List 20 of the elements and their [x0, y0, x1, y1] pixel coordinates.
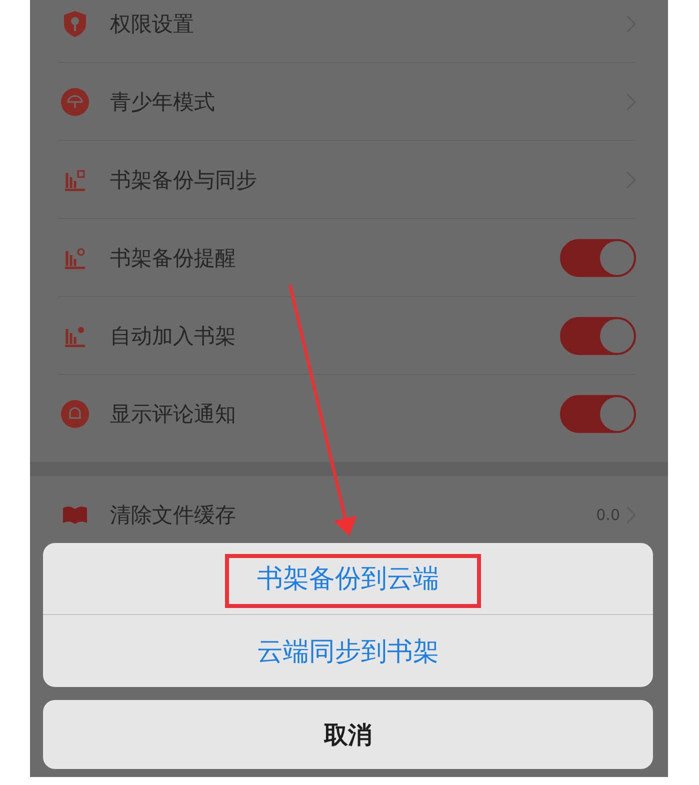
book-icon [62, 504, 88, 524]
bar-chart-icon [63, 168, 87, 190]
shield-icon [62, 10, 88, 38]
setting-label: 书架备份提醒 [110, 244, 237, 272]
sheet-option[interactable]: 云端同步到书架 [43, 614, 653, 687]
setting-label: 青少年模式 [110, 88, 216, 116]
setting-label: 自动加入书架 [110, 322, 237, 350]
toggle-switch[interactable] [560, 316, 636, 354]
toggle-switch[interactable] [560, 238, 636, 276]
sheet-option[interactable]: 书架备份到云端 [43, 543, 653, 614]
cancel-button[interactable]: 取消 [43, 700, 653, 769]
setting-label: 显示评论通知 [110, 400, 237, 428]
bar-chart-icon [63, 246, 87, 268]
bell-icon [61, 400, 89, 428]
setting-label: 书架备份与同步 [110, 166, 258, 194]
setting-label: 清除文件缓存 [110, 502, 237, 528]
toggle-switch[interactable] [560, 394, 636, 432]
bar-chart-icon [63, 324, 87, 346]
umbrella-icon [61, 88, 89, 116]
setting-label: 权限设置 [110, 10, 195, 38]
